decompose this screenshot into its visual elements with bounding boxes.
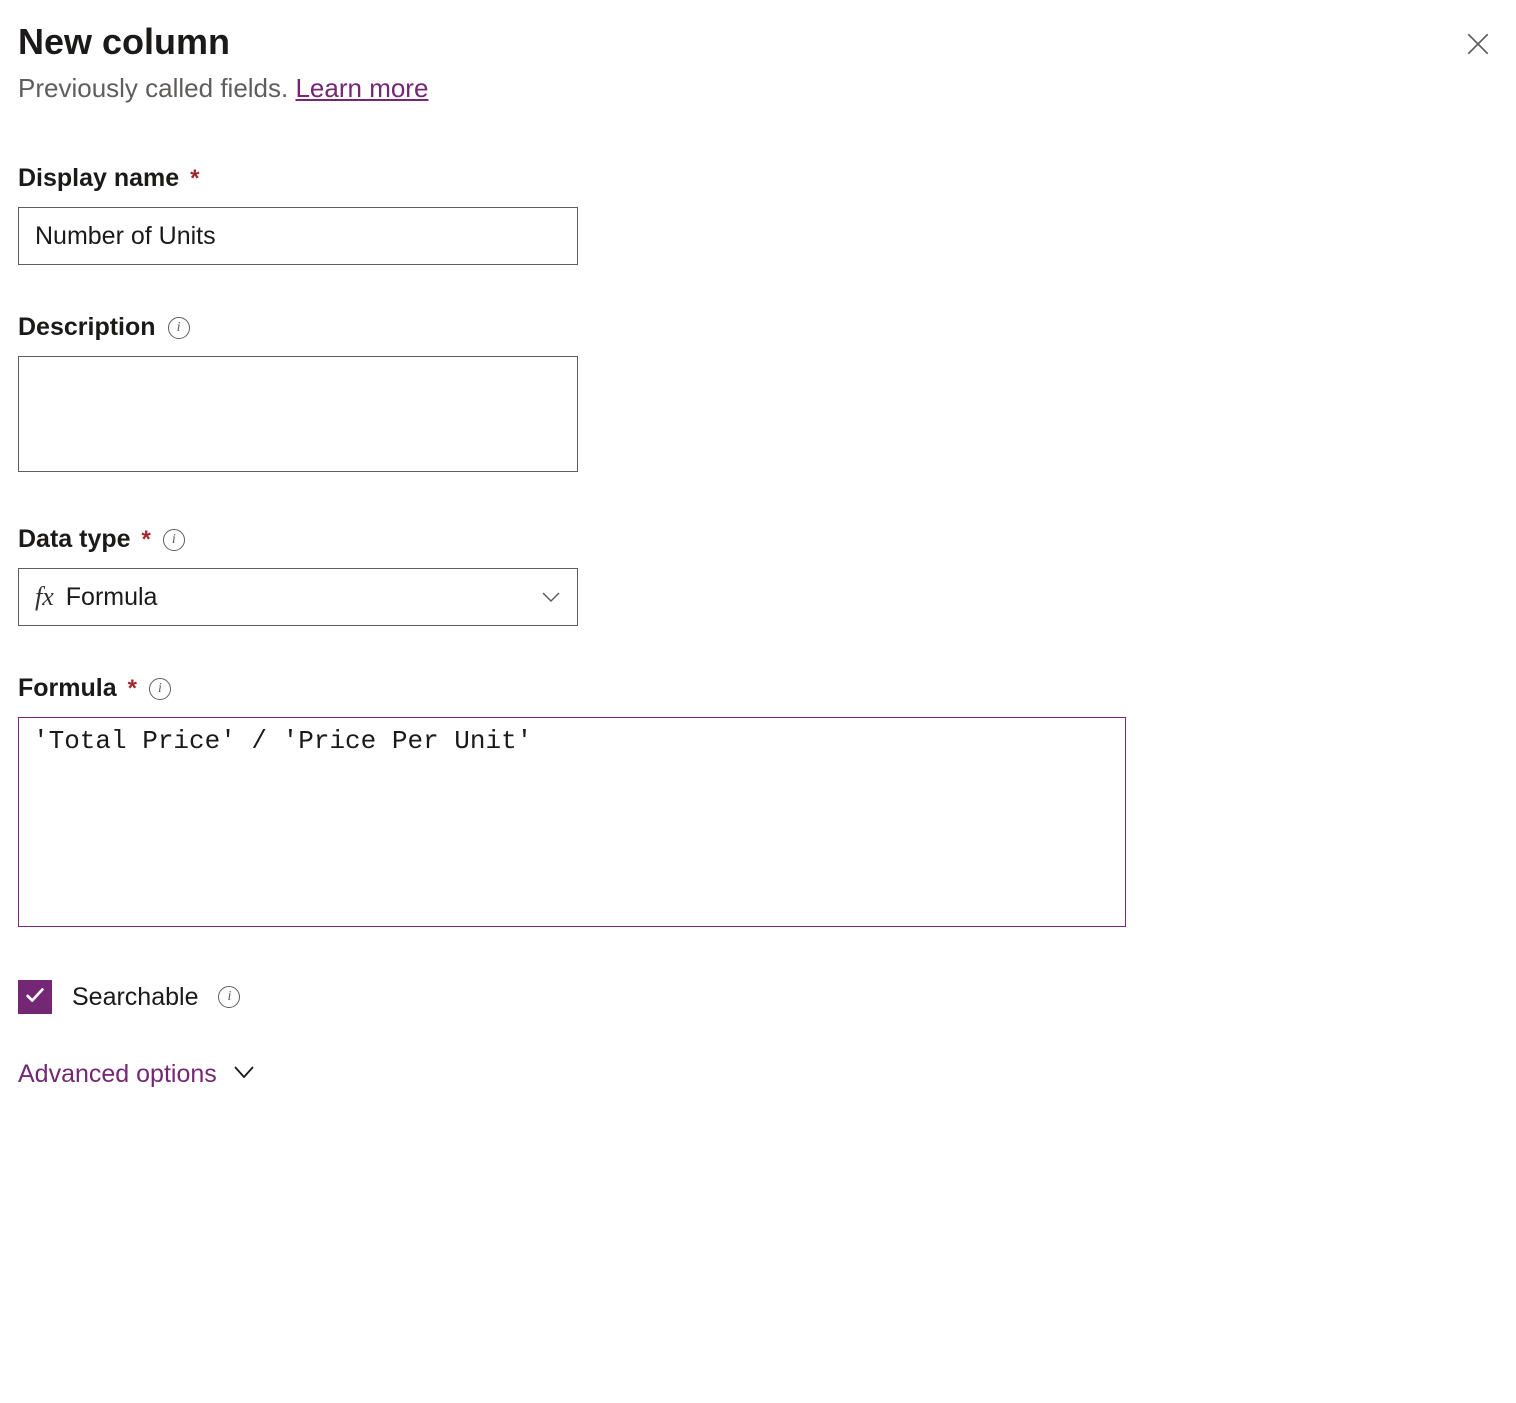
display-name-field-group: Display name *: [18, 164, 1498, 265]
info-icon[interactable]: i: [149, 678, 171, 700]
chevron-down-icon: [233, 1065, 255, 1084]
display-name-label: Display name *: [18, 164, 199, 193]
searchable-label: Searchable: [72, 983, 198, 1012]
data-type-label: Data type *: [18, 525, 151, 554]
formula-label-text: Formula: [18, 674, 117, 702]
description-input[interactable]: [18, 356, 578, 472]
data-type-field-group: Data type * i fx Formula: [18, 525, 1498, 626]
checkmark-icon: [24, 984, 46, 1011]
display-name-input[interactable]: [18, 207, 578, 265]
advanced-options-toggle[interactable]: Advanced options: [18, 1060, 1498, 1089]
new-column-form: Display name * Description i Data type *…: [18, 164, 1498, 1089]
info-icon[interactable]: i: [168, 317, 190, 339]
searchable-checkbox[interactable]: [18, 980, 52, 1014]
close-icon: [1465, 31, 1491, 62]
subtitle-text: Previously called fields.: [18, 73, 295, 103]
data-type-label-text: Data type: [18, 525, 131, 553]
panel-subtitle: Previously called fields. Learn more: [18, 73, 428, 104]
required-indicator: *: [142, 526, 151, 553]
description-label: Description: [18, 313, 156, 342]
formula-input[interactable]: [18, 717, 1126, 927]
info-icon[interactable]: i: [218, 986, 240, 1008]
display-name-label-text: Display name: [18, 164, 179, 192]
chevron-down-icon: [541, 587, 561, 607]
description-field-group: Description i: [18, 313, 1498, 477]
formula-label: Formula *: [18, 674, 137, 703]
searchable-row: Searchable i: [18, 980, 1498, 1014]
data-type-select[interactable]: fx Formula: [18, 568, 578, 626]
required-indicator: *: [190, 165, 199, 192]
info-icon[interactable]: i: [163, 529, 185, 551]
required-indicator: *: [128, 675, 137, 702]
advanced-options-label: Advanced options: [18, 1060, 217, 1089]
formula-field-group: Formula * i: [18, 674, 1498, 932]
learn-more-link[interactable]: Learn more: [295, 73, 428, 103]
close-button[interactable]: [1458, 26, 1498, 66]
data-type-value: Formula: [66, 583, 158, 612]
panel-title: New column: [18, 20, 428, 63]
formula-fx-icon: fx: [35, 582, 54, 612]
